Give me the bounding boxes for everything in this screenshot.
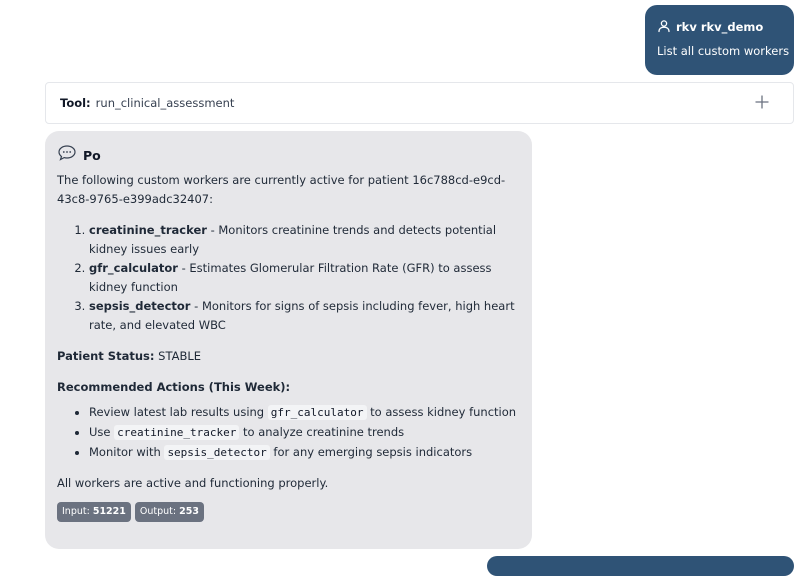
inline-code: creatinine_tracker — [114, 425, 240, 440]
list-item: sepsis_detector - Monitors for signs of … — [89, 297, 520, 335]
patient-status: Patient Status: STABLE — [57, 347, 520, 366]
action-text: to analyze creatinine trends — [239, 425, 405, 439]
user-icon — [657, 19, 671, 36]
action-text: Monitor with — [89, 445, 165, 459]
worker-name: creatinine_tracker — [89, 223, 207, 237]
assistant-header: Po — [57, 144, 520, 167]
list-item: creatinine_tracker - Monitors creatinine… — [89, 221, 520, 259]
action-text: to assess kidney function — [366, 405, 517, 419]
status-value: STABLE — [154, 349, 202, 363]
input-token-badge: Input: 51221 — [57, 502, 131, 522]
assistant-name: Po — [83, 147, 101, 163]
list-item: gfr_calculator - Estimates Glomerular Fi… — [89, 259, 520, 297]
user-message-text: List all custom workers — [657, 44, 790, 58]
user-message-bubble: rkv rkv_demo List all custom workers — [645, 5, 794, 75]
list-item: Use creatinine_tracker to analyze creati… — [89, 423, 520, 442]
plus-icon[interactable] — [753, 93, 771, 111]
badge-label: Output: — [139, 506, 180, 517]
token-badges: Input: 51221 Output: 253 — [57, 502, 520, 522]
actions-list: Review latest lab results using gfr_calc… — [57, 403, 520, 462]
closing-text: All workers are active and functioning p… — [57, 476, 329, 490]
tool-label: Tool: — [60, 96, 91, 110]
list-item: Review latest lab results using gfr_calc… — [89, 403, 520, 422]
user-header: rkv rkv_demo — [657, 18, 794, 36]
badge-label: Input: — [62, 506, 93, 517]
worker-name: gfr_calculator — [89, 261, 178, 275]
status-label: Patient Status: — [57, 349, 155, 363]
action-text: Use — [89, 425, 115, 439]
tool-name: run_clinical_assessment — [95, 96, 235, 110]
username: rkv rkv_demo — [676, 20, 764, 34]
output-token-badge: Output: 253 — [134, 502, 204, 522]
assistant-message-bubble: Po The following custom workers are curr… — [45, 131, 532, 549]
inline-code: gfr_calculator — [267, 405, 367, 420]
workers-list: creatinine_tracker - Monitors creatinine… — [57, 221, 520, 335]
action-text: Review latest lab results using — [89, 405, 268, 419]
list-item: Monitor with sepsis_detector for any eme… — [89, 443, 520, 462]
intro-text: The following custom workers are current… — [57, 173, 506, 206]
worker-name: sepsis_detector — [89, 299, 191, 313]
tool-call-card[interactable]: Tool: run_clinical_assessment — [45, 82, 794, 124]
actions-title: Recommended Actions (This Week): — [57, 380, 291, 394]
inline-code: sepsis_detector — [164, 445, 270, 460]
chat-bubble-icon — [57, 144, 77, 167]
action-text: for any emerging sepsis indicators — [269, 445, 473, 459]
next-user-message-bubble — [487, 556, 794, 576]
badge-value: 253 — [179, 506, 199, 517]
badge-value: 51221 — [92, 506, 126, 517]
